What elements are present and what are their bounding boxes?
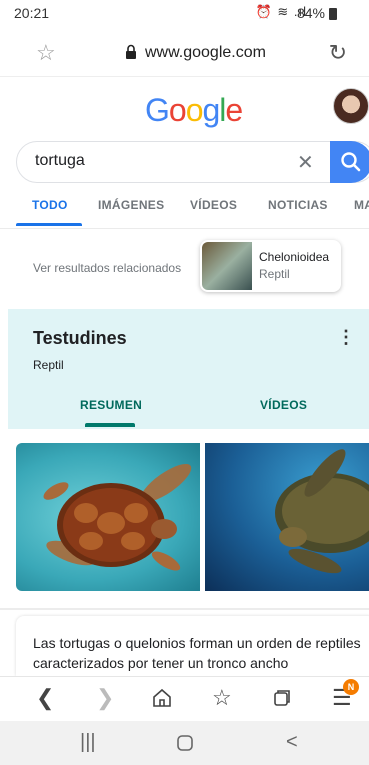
tab-todo[interactable]: TODO: [32, 198, 68, 212]
related-result-card[interactable]: Chelonioidea Reptil: [200, 240, 341, 292]
lock-icon: [126, 44, 136, 59]
search-input[interactable]: [33, 151, 277, 171]
tab-panel-videos[interactable]: VÍDEOS: [260, 398, 307, 412]
tab-resumen[interactable]: RESUMEN: [80, 398, 142, 412]
back-icon[interactable]: ❮: [36, 685, 54, 711]
search-icon: [341, 152, 361, 172]
forward-icon[interactable]: ❯: [96, 685, 114, 711]
status-bar: 20:21 ⏰ ≋ .ıl 84%: [0, 0, 369, 28]
panel-subtitle: Reptil: [33, 358, 64, 372]
reload-icon[interactable]: ↻: [329, 40, 347, 66]
logo-letter: G: [145, 92, 170, 128]
tab-noticias[interactable]: NOTICIAS: [268, 198, 328, 212]
search-tabs: TODO IMÁGENES VÍDEOS NOTICIAS MA: [0, 194, 369, 229]
panel-tab-indicator: [85, 423, 135, 427]
description-text: Las tortugas o quelonios forman un orden…: [33, 635, 361, 671]
active-tab-indicator: [16, 223, 82, 226]
tabs-icon[interactable]: [272, 688, 292, 708]
turtle-image-2[interactable]: [205, 443, 369, 591]
browser-url-bar: ☆ www.google.com ↻: [0, 30, 369, 77]
star-icon[interactable]: ☆: [36, 40, 56, 66]
logo-letter: o: [168, 92, 187, 128]
browser-toolbar: ❮ ❯ ☆ ☰ N: [0, 676, 369, 722]
related-title: Chelonioidea: [259, 250, 330, 264]
bookmarks-icon[interactable]: ☆: [212, 685, 232, 711]
tab-videos[interactable]: VÍDEOS: [190, 198, 237, 212]
home-icon[interactable]: [152, 688, 172, 708]
tab-more[interactable]: MA: [354, 198, 369, 212]
battery-icon: [329, 8, 337, 20]
logo-letter: e: [225, 92, 243, 128]
battery-level: 84%: [296, 5, 325, 21]
search-box: ✕: [16, 141, 369, 183]
url-text[interactable]: www.google.com: [145, 44, 266, 62]
related-thumbnail: [202, 242, 252, 290]
search-button[interactable]: [330, 141, 369, 183]
recent-apps-icon[interactable]: |||: [80, 731, 96, 754]
knowledge-panel-header: Testudines Reptil ⋮ RESUMEN VÍDEOS: [8, 309, 369, 429]
avatar[interactable]: [333, 88, 369, 124]
notification-badge: N: [343, 679, 359, 695]
system-nav-bar: ||| <: [0, 721, 369, 765]
tab-imagenes[interactable]: IMÁGENES: [98, 198, 164, 212]
related-subtitle: Reptil: [259, 267, 290, 281]
section-divider: [0, 608, 369, 610]
google-logo[interactable]: Google: [145, 92, 243, 129]
turtle-illustration-1: [43, 463, 192, 571]
turtle-image-1[interactable]: [16, 443, 200, 591]
logo-letter: o: [185, 92, 204, 128]
turtle-illustration-2: [275, 449, 369, 574]
logo-letter: g: [202, 92, 220, 128]
panel-title: Testudines: [33, 328, 127, 348]
clear-icon[interactable]: ✕: [297, 150, 314, 175]
more-options-icon[interactable]: ⋮: [337, 327, 355, 348]
home-nav-icon[interactable]: [176, 734, 194, 752]
related-results-label: Ver resultados relacionados: [33, 261, 182, 275]
back-nav-icon[interactable]: <: [286, 731, 298, 754]
description-card[interactable]: Las tortugas o quelonios forman un orden…: [16, 616, 369, 676]
status-time: 20:21: [14, 5, 50, 21]
